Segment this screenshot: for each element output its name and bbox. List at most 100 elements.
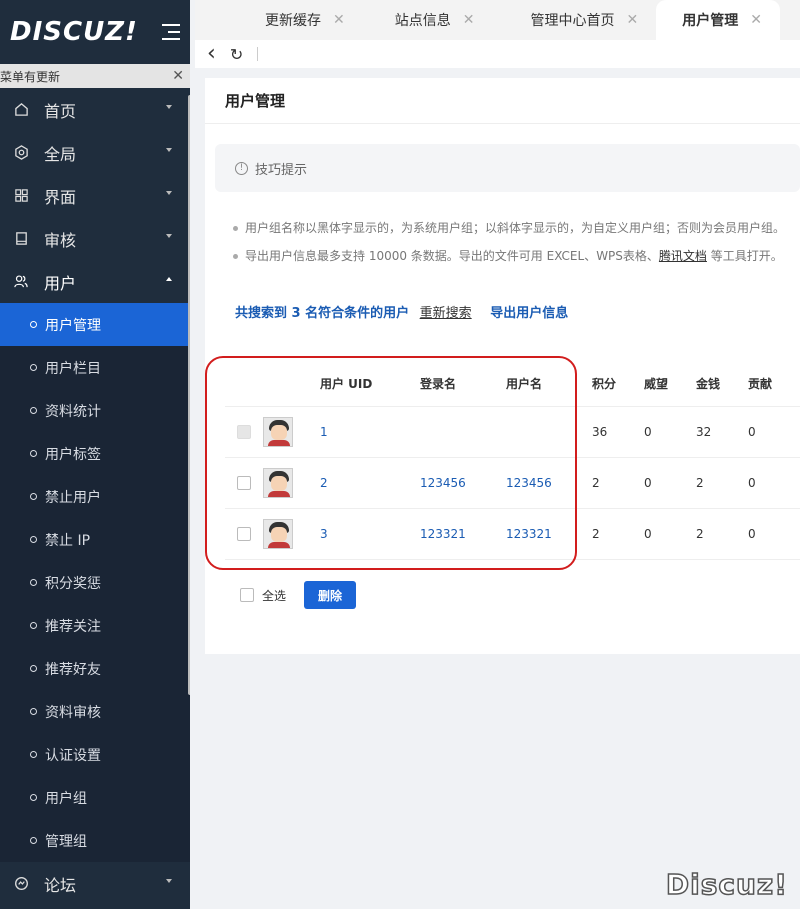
sidebar-subitem-profile-review[interactable]: 资料审核 <box>0 690 190 733</box>
tab-label: 管理中心首页 <box>530 13 615 29</box>
sidebar-item-label: 禁止用户 <box>45 489 101 506</box>
header-contrib: 贡献 <box>748 377 773 391</box>
cell-login[interactable]: 123456 <box>420 476 506 490</box>
tab-user-management[interactable]: 用户管理 ✕ <box>656 0 780 40</box>
sidebar-subitem-profile-stats[interactable]: 资料统计 <box>0 389 190 432</box>
avatar[interactable] <box>263 468 293 498</box>
dot-icon <box>30 837 37 844</box>
sidebar-item-label: 首页 <box>44 101 77 121</box>
sidebar-subitem-admin-groups[interactable]: 管理组 <box>0 819 190 862</box>
close-icon[interactable]: ✕ <box>626 12 638 28</box>
select-all-checkbox[interactable] <box>240 588 254 602</box>
tip-text: 用户组名称以黑体字显示的，为系统用户组；以斜体字显示的，为自定义用户组；否则为会… <box>245 221 786 235</box>
tab-bar: 更新缓存 ✕ 站点信息 ✕ 管理中心首页 ✕ 用户管理 ✕ <box>195 0 800 40</box>
sidebar-item-label: 认证设置 <box>45 747 101 764</box>
dot-icon <box>30 665 37 672</box>
table-row: 3 123321 123321 2 0 2 0 <box>225 509 800 560</box>
watermark: Discuz! <box>665 867 788 902</box>
notice-text: 菜单有更新 <box>0 69 61 84</box>
back-icon[interactable]: ‹ <box>207 43 216 65</box>
avatar[interactable] <box>263 417 293 447</box>
dot-icon <box>30 407 37 414</box>
row-checkbox[interactable] <box>237 476 251 490</box>
dot-icon <box>30 622 37 629</box>
sidebar-item-label: 推荐关注 <box>45 618 101 635</box>
sidebar-item-label: 推荐好友 <box>45 661 101 678</box>
sidebar-subitem-user-groups[interactable]: 用户组 <box>0 776 190 819</box>
dot-icon <box>30 364 37 371</box>
cell-uid[interactable]: 2 <box>320 476 420 490</box>
sidebar-item-label: 资料审核 <box>45 704 101 721</box>
user-table: 用户 UID 登录名 用户名 积分 威望 金钱 贡献 1 36 0 32 0 2… <box>225 361 800 560</box>
dot-icon <box>30 794 37 801</box>
tencent-docs-link[interactable]: 腾讯文档 <box>659 249 707 263</box>
tip-text: 等工具打开。 <box>706 249 783 263</box>
book-icon <box>10 231 32 246</box>
close-icon[interactable]: ✕ <box>463 12 475 28</box>
dot-icon <box>30 579 37 586</box>
menu-toggle-icon[interactable] <box>158 22 180 42</box>
sidebar-subitem-recommend-friends[interactable]: 推荐好友 <box>0 647 190 690</box>
close-icon[interactable]: ✕ <box>750 12 762 28</box>
tab-admin-home[interactable]: 管理中心首页 ✕ <box>492 0 656 40</box>
cell-score: 36 <box>592 425 608 439</box>
dot-icon <box>30 536 37 543</box>
sidebar-item-users[interactable]: 用户 <box>0 260 190 303</box>
sidebar-item-label: 用户标签 <box>45 446 101 463</box>
sidebar-item-label: 全局 <box>44 144 77 164</box>
sidebar-subitem-user-tags[interactable]: 用户标签 <box>0 432 190 475</box>
cell-uid[interactable]: 3 <box>320 527 420 541</box>
logo: DISCUZ! <box>10 17 138 47</box>
avatar[interactable] <box>263 519 293 549</box>
tip-line: 导出用户信息最多支持 10000 条数据。导出的文件可用 EXCEL、WPS表格… <box>231 242 785 270</box>
sidebar-subitem-ban-user[interactable]: 禁止用户 <box>0 475 190 518</box>
cell-name[interactable]: 123321 <box>506 527 592 541</box>
close-icon[interactable]: ✕ <box>172 68 184 84</box>
cell-login[interactable]: 123321 <box>420 527 506 541</box>
header-money: 金钱 <box>696 377 721 391</box>
sidebar-subitem-user-fields[interactable]: 用户栏目 <box>0 346 190 389</box>
sidebar-scrollbar[interactable] <box>188 95 190 695</box>
research-link[interactable]: 重新搜索 <box>420 306 472 321</box>
summary-text: 共搜索到 3 名符合条件的用户 <box>235 306 410 321</box>
tip-title: 技巧提示 <box>255 162 308 178</box>
cell-uid[interactable]: 1 <box>320 425 420 439</box>
sidebar-item-label: 资料统计 <box>45 403 101 420</box>
row-checkbox[interactable] <box>237 527 251 541</box>
delete-button[interactable]: 删除 <box>304 581 357 609</box>
tab-label: 更新缓存 <box>265 13 321 29</box>
tab-update-cache[interactable]: 更新缓存 ✕ <box>195 0 363 40</box>
sidebar-item-home[interactable]: 首页 <box>0 88 190 131</box>
dot-icon <box>30 321 37 328</box>
table-footer: 全选 删除 <box>240 581 357 609</box>
export-link[interactable]: 导出用户信息 <box>490 306 568 321</box>
sidebar: DISCUZ! 菜单有更新 ✕ 首页 全局 界面 审核 用户 用户管理 用户栏目… <box>0 0 190 909</box>
sidebar-item-review[interactable]: 审核 <box>0 217 190 260</box>
cell-money: 2 <box>696 527 704 541</box>
sidebar-subitem-ban-ip[interactable]: 禁止 IP <box>0 518 190 561</box>
cell-prestige: 0 <box>644 527 652 541</box>
logo-bar: DISCUZ! <box>0 0 190 64</box>
refresh-icon[interactable]: ↻ <box>230 45 243 64</box>
close-icon[interactable]: ✕ <box>333 12 345 28</box>
sidebar-subitem-recommend-follow[interactable]: 推荐关注 <box>0 604 190 647</box>
divider <box>257 47 259 61</box>
cell-contrib: 0 <box>748 476 756 490</box>
users-icon <box>10 274 32 289</box>
cell-contrib: 0 <box>748 425 756 439</box>
cell-prestige: 0 <box>644 476 652 490</box>
sidebar-subitem-user-management[interactable]: 用户管理 <box>0 303 190 346</box>
sidebar-item-forum[interactable]: 论坛 <box>0 862 190 905</box>
cell-name[interactable]: 123456 <box>506 476 592 490</box>
sidebar-item-global[interactable]: 全局 <box>0 131 190 174</box>
tip-text: 导出用户信息最多支持 10000 条数据。导出的文件可用 EXCEL、WPS表格… <box>245 249 659 263</box>
sidebar-item-label: 论坛 <box>44 875 77 895</box>
select-all-label[interactable]: 全选 <box>262 587 286 604</box>
tab-site-info[interactable]: 站点信息 ✕ <box>363 0 493 40</box>
sidebar-item-interface[interactable]: 界面 <box>0 174 190 217</box>
sidebar-subitem-verification[interactable]: 认证设置 <box>0 733 190 776</box>
dot-icon <box>30 751 37 758</box>
sidebar-item-label: 禁止 IP <box>45 532 91 549</box>
table-row: 2 123456 123456 2 0 2 0 <box>225 458 800 509</box>
sidebar-subitem-credit-rewards[interactable]: 积分奖惩 <box>0 561 190 604</box>
